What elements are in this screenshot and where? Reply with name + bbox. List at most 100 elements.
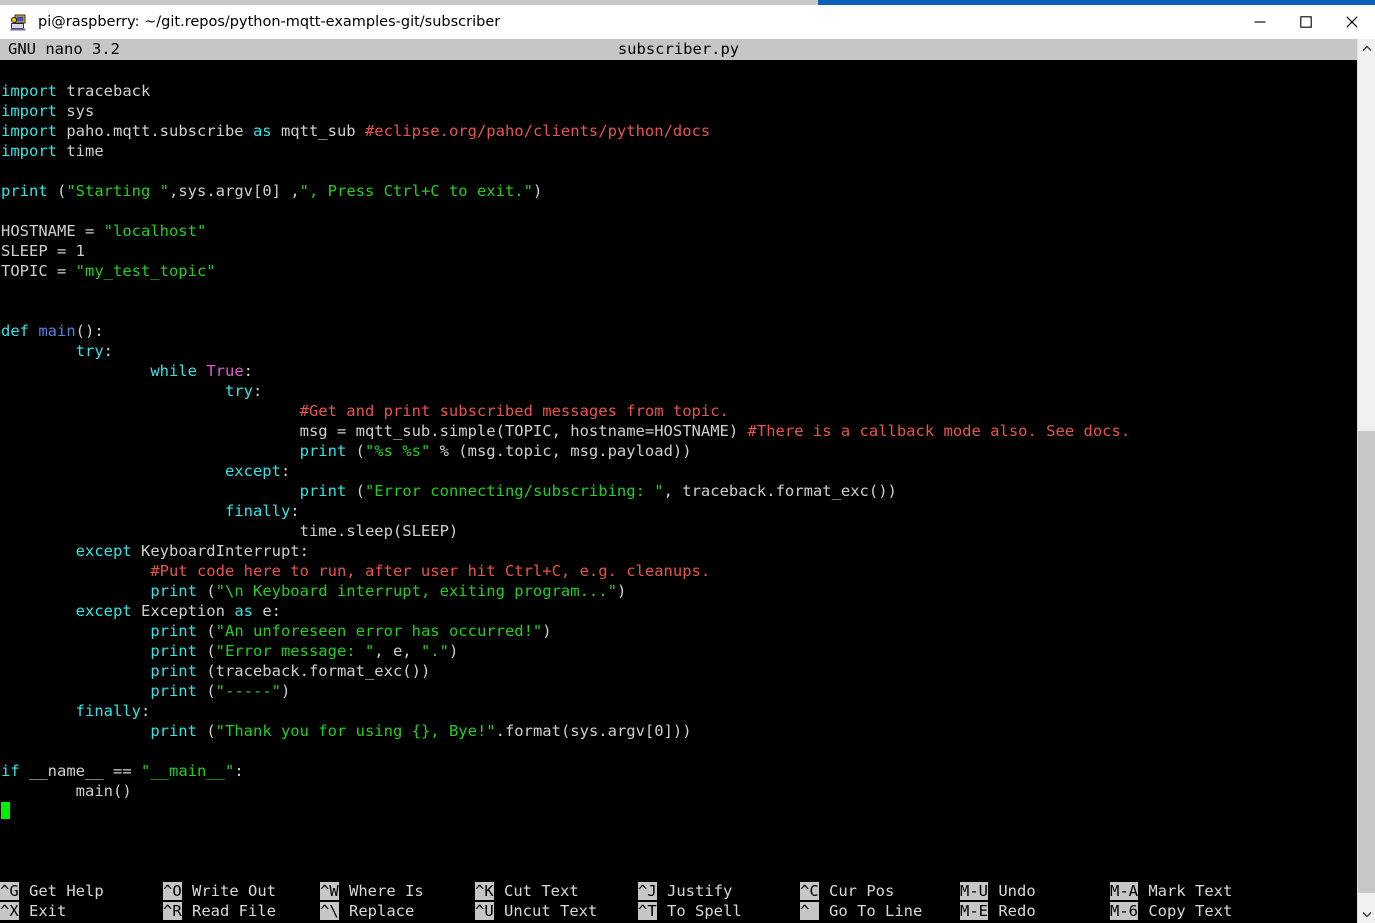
code-line: HOSTNAME = "localhost" <box>1 221 1357 241</box>
code-content[interactable]: import traceback import sys import paho.mq… <box>0 60 1357 821</box>
shortcut-item[interactable]: M-U Undo <box>960 881 1036 901</box>
code-token: "Starting " <box>66 182 169 200</box>
shortcut-item[interactable]: M-A Mark Text <box>1110 881 1232 901</box>
code-token: sys <box>57 102 95 120</box>
code-token: "Thank you for using {}, Bye!" <box>215 722 496 740</box>
code-token: while <box>150 362 197 380</box>
code-token: "-----" <box>215 682 281 700</box>
code-token: main() <box>1 782 132 800</box>
nano-shortcut-bar: ^G Get Help ^O Write Out ^W Where Is ^K Cut… <box>0 868 1357 923</box>
code-token: SLEEP = 1 <box>1 242 85 260</box>
shortcut-label: Justify <box>657 882 733 900</box>
shortcut-key: M-6 <box>1110 902 1138 920</box>
code-line: print ("\n Keyboard interrupt, exiting p… <box>1 581 1357 601</box>
code-line: print ("Starting ",sys.argv[0] ,", Press… <box>1 181 1357 201</box>
code-token: : <box>280 462 291 480</box>
window-title: pi@raspberry: ~/git.repos/python-mqtt-ex… <box>38 13 501 30</box>
code-token: except <box>75 542 132 560</box>
code-line: print ("Error connecting/subscribing: ",… <box>1 481 1357 501</box>
code-token: ( <box>346 442 365 460</box>
code-editor-area[interactable]: import traceback import sys import paho.mq… <box>0 60 1357 868</box>
code-token: ( <box>196 642 216 660</box>
shortcut-item[interactable]: M-6 Copy Text <box>1110 901 1232 921</box>
nano-header-bar: GNU nano 3.2 subscriber.py <box>0 39 1357 60</box>
code-token: if <box>1 762 20 780</box>
code-token: "__main__" <box>141 762 235 780</box>
nano-filename-label: subscriber.py <box>617 40 740 58</box>
shortcut-label: Where Is <box>339 882 424 900</box>
shortcut-label: Mark Text <box>1139 882 1233 900</box>
code-token: print <box>150 662 197 680</box>
code-line: import time <box>1 141 1357 161</box>
code-token: print <box>150 682 197 700</box>
shortcut-label: Write Out <box>182 882 276 900</box>
code-line: print ("%s %s" % (msg.topic, msg.payload… <box>1 441 1357 461</box>
vertical-scrollbar[interactable] <box>1357 39 1375 923</box>
shortcut-item[interactable]: ^T To Spell <box>638 901 742 921</box>
shortcut-item[interactable]: ^U Uncut Text <box>475 901 597 921</box>
shortcut-item[interactable]: ^\ Replace <box>320 901 414 921</box>
code-line: except: <box>1 461 1357 481</box>
shortcut-item[interactable]: ^ Go To Line <box>800 901 922 921</box>
shortcut-item[interactable]: ^K Cut Text <box>475 881 579 901</box>
close-button[interactable] <box>1329 5 1375 38</box>
code-line: import paho.mqtt.subscribe as mqtt_sub #… <box>1 121 1357 141</box>
shortcut-item[interactable]: M-E Redo <box>960 901 1036 921</box>
scroll-down-arrow-icon[interactable] <box>1358 905 1375 923</box>
maximize-button[interactable] <box>1283 5 1329 38</box>
shortcut-label: Uncut Text <box>494 902 598 920</box>
code-line: TOPIC = "my_test_topic" <box>1 261 1357 281</box>
shortcut-item[interactable]: ^G Get Help <box>0 881 104 901</box>
shortcut-item[interactable]: ^C Cur Pos <box>800 881 894 901</box>
shortcut-label: Replace <box>339 902 415 920</box>
scroll-up-arrow-icon[interactable] <box>1358 39 1375 57</box>
code-line: print ("Error message: ", e, ".") <box>1 641 1357 661</box>
code-token: ( <box>196 682 216 700</box>
shortcut-item[interactable]: ^X Exit <box>0 901 66 921</box>
code-token: (traceback.format_exc()) <box>196 662 431 680</box>
minimize-button[interactable] <box>1237 5 1283 38</box>
text-cursor <box>1 802 10 819</box>
code-line: #Get and print subscribed messages from … <box>1 401 1357 421</box>
code-token: ( <box>196 582 216 600</box>
code-token: "Error message: " <box>215 642 375 660</box>
shortcut-key: M-U <box>960 882 988 900</box>
code-token: True <box>206 362 244 380</box>
code-line: time.sleep(SLEEP) <box>1 521 1357 541</box>
shortcut-item[interactable]: ^O Write Out <box>163 881 276 901</box>
shortcut-label: Cur Pos <box>819 882 895 900</box>
code-line: print ("An unforeseen error has occurred… <box>1 621 1357 641</box>
shortcut-item[interactable]: ^W Where Is <box>320 881 424 901</box>
scrollbar-thumb[interactable] <box>1358 431 1375 893</box>
code-token: ) <box>448 642 459 660</box>
code-token: ( <box>196 722 216 740</box>
window-titlebar: pi@raspberry: ~/git.repos/python-mqtt-ex… <box>0 5 1375 39</box>
shortcut-item[interactable]: ^J Justify <box>638 881 732 901</box>
code-line: main() <box>1 781 1357 801</box>
code-token: print <box>1 182 48 200</box>
window-controls <box>1237 5 1375 38</box>
code-token: try <box>75 342 104 360</box>
code-line: print ("-----") <box>1 681 1357 701</box>
shortcut-item[interactable]: ^R Read File <box>163 901 276 921</box>
code-token: time <box>57 142 104 160</box>
shortcut-key: ^K <box>475 882 494 900</box>
code-token: % (msg.topic, msg.payload)) <box>430 442 692 460</box>
code-token: def <box>1 322 29 340</box>
code-line: import sys <box>1 101 1357 121</box>
code-token: HOSTNAME = <box>1 222 104 240</box>
code-token: mqtt_sub <box>271 122 365 140</box>
